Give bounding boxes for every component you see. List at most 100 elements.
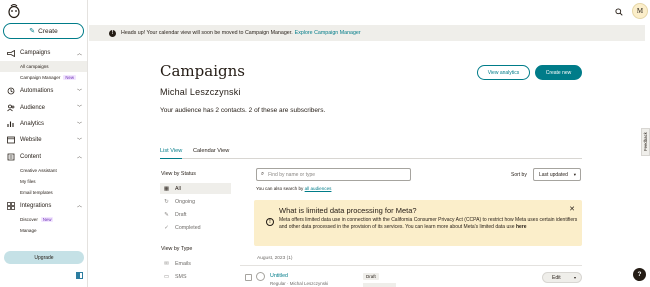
sidebar-item-audience[interactable]: Audience ﹀: [0, 100, 87, 116]
filter-label: SMS: [175, 273, 187, 280]
filter-label: Draft: [175, 211, 187, 218]
create-new-button[interactable]: Create new: [535, 65, 582, 80]
email-campaign-icon: [256, 272, 265, 281]
chevron-up-icon: ︿: [76, 50, 82, 57]
integrations-icon: [6, 202, 16, 210]
chevron-down-icon: ▾: [573, 171, 576, 177]
avatar[interactable]: M: [632, 3, 648, 19]
automation-icon: [6, 87, 16, 95]
sub-label: Discover: [20, 217, 38, 223]
filter-label: Completed: [175, 224, 201, 231]
sidebar-item-label: Website: [20, 137, 42, 144]
search-icon: ⌕: [261, 171, 265, 177]
sidebar-item-campaigns[interactable]: Campaigns ︿: [0, 45, 87, 61]
sidebar-item-integrations[interactable]: Integrations ︿: [0, 198, 87, 214]
month-group-heading: August, 2023 (1): [257, 256, 293, 261]
status-badge: Draft: [363, 273, 379, 280]
search-hint-text: You can also search by: [256, 186, 304, 191]
create-button[interactable]: ✎ Create: [3, 23, 84, 39]
megaphone-icon: [6, 49, 16, 57]
close-icon[interactable]: ✕: [569, 205, 575, 213]
help-button[interactable]: ?: [633, 268, 646, 281]
sidebar-item-website[interactable]: Website ﹀: [0, 132, 87, 148]
warning-icon: !: [266, 218, 274, 226]
sidebar-item-label: Campaigns: [20, 50, 51, 57]
audience-note: Your audience has 2 contacts. 2 of these…: [160, 107, 326, 114]
campaign-name-link[interactable]: Untitled: [270, 273, 288, 279]
type-filter-heading: View by Type: [161, 246, 193, 252]
chart-icon: [6, 120, 16, 128]
chevron-down-icon: ﹀: [76, 137, 82, 144]
meta-data-notice: ! What is limited data processing for Me…: [254, 200, 582, 246]
check-circle-icon: ✓: [164, 224, 169, 231]
view-tabs: List View Calendar View: [160, 148, 582, 159]
content-icon: [6, 153, 16, 161]
filter-label: Ongoing: [175, 198, 196, 205]
row-checkbox[interactable]: [245, 274, 252, 281]
people-icon: [6, 104, 16, 112]
chevron-down-icon: ﹀: [76, 105, 82, 112]
sort-select[interactable]: Last updated ▾: [533, 168, 581, 181]
explore-campaign-manager-link[interactable]: Explore Campaign Manager: [295, 30, 361, 36]
sidebar: ✎ Create Campaigns ︿ All campaigns Campa…: [0, 0, 88, 287]
sub-label: All campaigns: [20, 64, 49, 70]
collapse-sidebar-icon[interactable]: [76, 272, 83, 279]
notice-body: Meta offers limited data use in connecti…: [279, 217, 579, 231]
campaign-search-field[interactable]: ⌕: [256, 168, 411, 181]
sidebar-item-content[interactable]: Content ︿: [0, 148, 87, 164]
sidebar-sub-discover[interactable]: Discover New: [0, 214, 87, 225]
chevron-down-icon: ▾: [573, 275, 576, 280]
sub-label: Campaign Manager: [20, 75, 61, 81]
notice-title: What is limited data processing for Meta…: [279, 206, 417, 215]
search-hint: You can also search by all audiences: [256, 186, 331, 191]
all-audiences-link[interactable]: all audiences: [305, 186, 332, 191]
tab-list-view[interactable]: List View: [160, 148, 183, 159]
refresh-icon: ↻: [164, 198, 169, 205]
filter-draft[interactable]: ✎ Draft: [160, 209, 231, 220]
sidebar-item-label: Content: [20, 153, 42, 160]
sidebar-item-analytics[interactable]: Analytics ﹀: [0, 116, 87, 132]
mailchimp-logo-icon[interactable]: [6, 3, 22, 19]
banner-text: Heads up! Your calendar view will soon b…: [121, 30, 293, 36]
sub-label: Manage: [20, 228, 37, 234]
upgrade-button[interactable]: Upgrade: [4, 251, 84, 264]
learn-more-link[interactable]: here: [516, 224, 527, 230]
sidebar-sub-campaign-manager[interactable]: Campaign Manager New: [0, 72, 87, 83]
info-icon: !: [109, 29, 116, 37]
tab-calendar-view[interactable]: Calendar View: [193, 148, 229, 159]
sidebar-item-label: Integrations: [20, 202, 52, 209]
chevron-down-icon: ﹀: [76, 88, 82, 95]
filter-label: All: [175, 185, 181, 192]
sub-label: My files: [20, 178, 36, 184]
status-filter-heading: View by Status: [161, 171, 196, 177]
filter-sms[interactable]: ▭ SMS: [160, 271, 231, 282]
sidebar-item-label: Automations: [20, 88, 54, 95]
sidebar-sub-email-templates[interactable]: Email templates: [0, 187, 87, 198]
divider: [240, 265, 582, 266]
campaign-meta: Regular · Michal Leszczynski: [270, 281, 329, 286]
sidebar-sub-manage[interactable]: Manage: [0, 225, 87, 236]
notice-body-text: Meta offers limited data use in connecti…: [279, 217, 578, 231]
filter-label: Emails: [175, 260, 191, 267]
view-analytics-button[interactable]: View analytics: [477, 65, 530, 80]
email-icon: ✉: [164, 260, 169, 267]
filter-emails[interactable]: ✉ Emails: [160, 258, 231, 269]
chevron-down-icon: ﹀: [76, 121, 82, 128]
sidebar-sub-all-campaigns[interactable]: All campaigns: [0, 61, 87, 73]
filter-completed[interactable]: ✓ Completed: [160, 222, 231, 233]
edit-label: Edit: [552, 274, 561, 281]
chevron-up-icon: ︿: [76, 154, 82, 161]
filter-ongoing[interactable]: ↻ Ongoing: [160, 196, 231, 207]
search-icon[interactable]: [611, 4, 627, 20]
grid-icon: ▦: [163, 185, 170, 192]
announcement-banner: ! Heads up! Your calendar view will soon…: [89, 25, 645, 41]
pencil-icon: ✎: [29, 28, 36, 35]
sidebar-sub-my-files[interactable]: My files: [0, 176, 87, 187]
filter-all[interactable]: ▦ All: [160, 183, 231, 194]
sidebar-sub-creative-assistant[interactable]: Creative Assistant: [0, 165, 87, 176]
feedback-tab[interactable]: Feedback: [641, 128, 650, 156]
edit-button[interactable]: Edit ▾: [542, 272, 582, 283]
campaign-search-input[interactable]: [268, 171, 399, 178]
sidebar-item-automations[interactable]: Automations ﹀: [0, 83, 87, 99]
chevron-up-icon: ︿: [76, 203, 82, 210]
